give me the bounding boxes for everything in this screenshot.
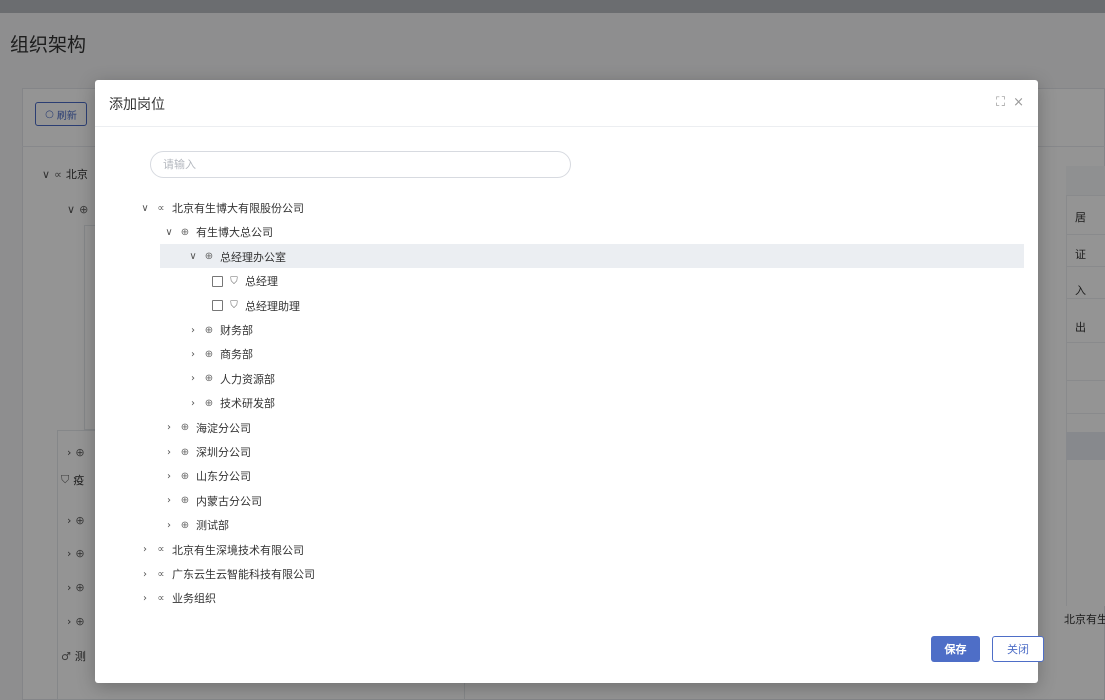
tree-node[interactable]: › ⊕ 山东分公司 bbox=[164, 464, 251, 488]
chevron-right-icon[interactable]: › bbox=[188, 373, 198, 384]
tree-node-label: 总经理 bbox=[245, 275, 278, 289]
search-input[interactable] bbox=[150, 151, 571, 178]
tree-node-label: 内蒙古分公司 bbox=[196, 494, 262, 508]
save-button[interactable]: 保存 bbox=[931, 636, 980, 662]
maximize-icon[interactable]: ⛶ bbox=[996, 94, 1005, 112]
department-icon: ⊕ bbox=[180, 422, 190, 434]
tree-node-checkbox[interactable] bbox=[212, 275, 223, 287]
tree-node[interactable]: › ∝ 北京有生深境技术有限公司 bbox=[140, 538, 304, 562]
tree-node-label: 有生博大总公司 bbox=[196, 226, 273, 240]
department-icon: ⊕ bbox=[204, 397, 214, 409]
tree-node-label: 技术研发部 bbox=[220, 397, 275, 411]
position-icon: ⛉ bbox=[230, 300, 238, 312]
org-icon: ∝ bbox=[157, 202, 165, 214]
chevron-right-icon[interactable]: › bbox=[164, 520, 174, 531]
tree-node-label: 海淀分公司 bbox=[196, 421, 251, 435]
tree-node-label: 人力资源部 bbox=[220, 372, 275, 386]
dialog-title: 添加岗位 bbox=[109, 97, 165, 113]
tree-node-label: 山东分公司 bbox=[196, 470, 251, 484]
tree-node[interactable]: › ∝ 业务组织 bbox=[140, 586, 216, 610]
chevron-right-icon[interactable]: › bbox=[140, 593, 150, 604]
tree-node[interactable]: › ⊕ 测试部 bbox=[164, 513, 229, 537]
tree-node-label: 深圳分公司 bbox=[196, 446, 251, 459]
close-icon[interactable]: × bbox=[1013, 94, 1024, 112]
chevron-down-icon[interactable]: ∨ bbox=[140, 203, 150, 214]
tree-node[interactable]: ⛉ 总经理 bbox=[212, 269, 278, 293]
department-icon: ⊕ bbox=[180, 470, 190, 482]
chevron-right-icon[interactable]: › bbox=[188, 325, 198, 336]
chevron-right-icon[interactable]: › bbox=[140, 544, 150, 555]
tree-node[interactable]: › ⊕ 财务部 bbox=[188, 318, 253, 342]
tree-node[interactable]: › ⊕ 商务部 bbox=[188, 342, 253, 366]
tree-node-label: 商务部 bbox=[220, 348, 253, 362]
tree-node-label: 广东云生云智能科技有限公司 bbox=[172, 568, 315, 581]
tree-node-checkbox[interactable] bbox=[212, 300, 223, 312]
chevron-right-icon[interactable]: › bbox=[188, 349, 198, 360]
tree-node-label: 总经理助理 bbox=[245, 299, 300, 313]
tree-node-label: 测试部 bbox=[196, 519, 229, 533]
tree-node-label: 总经理办公室 bbox=[220, 250, 286, 264]
dialog-tools: ⛶ × bbox=[996, 94, 1024, 112]
chevron-right-icon[interactable]: › bbox=[164, 495, 174, 506]
tree-node[interactable]: › ⊕ 人力资源部 bbox=[188, 367, 275, 391]
tree-node[interactable]: › ⊕ 内蒙古分公司 bbox=[164, 489, 262, 513]
close-button[interactable]: 关闭 bbox=[992, 636, 1044, 662]
chevron-down-icon[interactable]: ∨ bbox=[164, 227, 174, 238]
tree-node[interactable]: ∨ ∝ 北京有生博大有限股份公司 bbox=[140, 196, 304, 220]
tree-node[interactable]: ∨ ⊕ 总经理办公室 bbox=[188, 245, 286, 269]
chevron-right-icon[interactable]: › bbox=[164, 471, 174, 482]
tree-node[interactable]: ∨ ⊕ 有生博大总公司 bbox=[164, 220, 273, 244]
department-icon: ⊕ bbox=[204, 373, 214, 385]
department-icon: ⊕ bbox=[180, 226, 190, 238]
tree-node[interactable]: › ⊕ 技术研发部 bbox=[188, 391, 275, 415]
chevron-right-icon[interactable]: › bbox=[164, 447, 174, 458]
position-icon: ⛉ bbox=[230, 275, 238, 287]
department-icon: ⊕ bbox=[204, 348, 214, 360]
org-icon: ∝ bbox=[157, 568, 165, 580]
dialog-footer: 保存 关闭 bbox=[95, 624, 1044, 683]
tree-node[interactable]: ⛉ 总经理助理 bbox=[212, 294, 300, 318]
tree-node[interactable]: › ⊕ 深圳分公司 bbox=[164, 440, 251, 464]
tree-node[interactable]: › ∝ 广东云生云智能科技有限公司 bbox=[140, 562, 315, 586]
tree-node-label: 北京有生深境技术有限公司 bbox=[172, 543, 304, 557]
dialog-header: 添加岗位 ⛶ × bbox=[95, 80, 1038, 127]
tree-node[interactable]: › ⊕ 海淀分公司 bbox=[164, 416, 251, 440]
department-icon: ⊕ bbox=[204, 324, 214, 336]
org-icon: ∝ bbox=[157, 592, 165, 604]
department-icon: ⊕ bbox=[204, 251, 214, 263]
org-icon: ∝ bbox=[157, 544, 165, 556]
tree-node-label: 财务部 bbox=[220, 324, 253, 337]
chevron-down-icon[interactable]: ∨ bbox=[188, 251, 198, 262]
tree-node-label: 北京有生博大有限股份公司 bbox=[172, 202, 304, 215]
chevron-right-icon[interactable]: › bbox=[140, 569, 150, 580]
chevron-right-icon[interactable]: › bbox=[188, 398, 198, 409]
chevron-right-icon[interactable]: › bbox=[164, 422, 174, 433]
department-icon: ⊕ bbox=[180, 495, 190, 507]
selected-row-highlight bbox=[160, 244, 1024, 268]
add-position-dialog: 添加岗位 ⛶ × ∨ ∝ 北京有生博大有限股份公司 ∨ ⊕ 有生博大总公司 ∨ ⊕ 总经理办公室… bbox=[95, 80, 1044, 683]
department-icon: ⊕ bbox=[180, 519, 190, 531]
tree-node-label: 业务组织 bbox=[172, 592, 216, 606]
department-icon: ⊕ bbox=[180, 446, 190, 458]
